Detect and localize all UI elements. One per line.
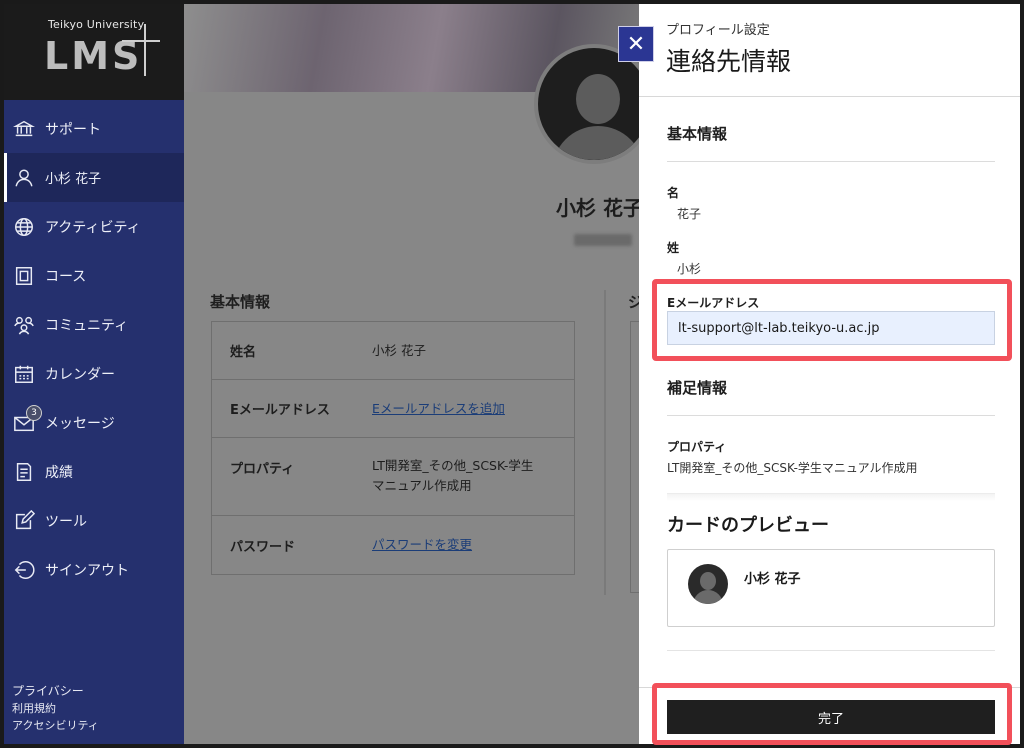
sidebar-item-support[interactable]: サポート [4,104,184,153]
row-label: プロパティ [230,462,295,477]
sidebar-item-courses[interactable]: コース [4,251,184,300]
signout-icon [12,558,36,582]
row-value: 小杉 花子 [372,342,426,358]
avatar [688,564,728,604]
sidebar-item-label: メッセージ [45,415,115,432]
last-name-value: 小杉 [677,262,702,276]
logo[interactable]: Teikyo University LMS [4,4,184,100]
logo-cross-mark [122,40,160,42]
book-icon [12,264,36,288]
sidebar-item-tools[interactable]: ツール [4,496,184,545]
divider [667,650,995,651]
section-divider [604,290,606,595]
sidebar-item-label: ツール [45,513,87,530]
property-label: プロパティ [667,440,727,454]
panel-body[interactable]: 基本情報 名 花子 姓 小杉 Eメールアドレス lt-support@lt-la… [639,97,1020,687]
sidebar-item-profile[interactable]: 小杉 花子 [4,153,184,202]
table-row: 姓名 小杉 花子 [212,322,574,380]
preview-name: 小杉 花子 [744,572,801,587]
edit-icon [12,509,36,533]
community-icon [12,313,36,337]
close-icon: ✕ [626,31,646,57]
sidebar-item-label: コース [45,268,87,285]
row-label: パスワード [230,539,296,555]
basic-info-heading: 基本情報 [210,293,271,311]
privacy-link[interactable]: プライバシー [12,683,99,700]
first-name-value: 花子 [677,207,702,221]
sidebar-item-grades[interactable]: 成績 [4,447,184,496]
sidebar: Teikyo University LMS サポート 小杉 花子 アクティビティ… [4,4,184,744]
sidebar-item-calendar[interactable]: カレンダー [4,349,184,398]
basic-info-table: 姓名 小杉 花子 Eメールアドレス Eメールアドレスを追加 プロパティ LT開発… [211,321,575,575]
divider [667,161,995,162]
profile-name: 小杉 花子 [556,196,640,220]
table-row: Eメールアドレス Eメールアドレスを追加 [212,380,574,438]
add-email-link[interactable]: Eメールアドレスを追加 [372,380,574,437]
first-name-label: 名 [667,186,680,200]
sidebar-item-label: サポート [45,121,101,138]
panel-subtitle: プロフィール設定 [666,23,770,38]
extra-info-heading: 補足情報 [667,379,728,397]
sidebar-item-activity[interactable]: アクティビティ [4,202,184,251]
change-password-link[interactable]: パスワードを変更 [372,516,574,574]
sidebar-item-label: アクティビティ [45,219,141,236]
mail-icon: 3 [12,404,42,435]
contact-info-panel: プロフィール設定 連絡先情報 基本情報 名 花子 姓 小杉 Eメールアドレス l… [639,4,1020,744]
sidebar-item-label: 小杉 花子 [45,172,102,187]
row-label: 姓名 [230,345,257,360]
logo-university-text: Teikyo University [48,18,145,31]
grades-icon [12,460,36,484]
row-label: Eメールアドレス [230,403,330,418]
profile-page: 小杉 花子 基本情報 ジ 姓名 小杉 花子 Eメールアドレス Eメールアドレスを… [184,4,640,744]
panel-header: プロフィール設定 連絡先情報 [639,4,1020,97]
sidebar-item-label: カレンダー [45,366,115,383]
profile-id-redacted [574,234,632,246]
institution-icon [12,117,36,141]
sidebar-item-signout[interactable]: サインアウト [4,545,184,594]
sidebar-item-label: 成績 [45,464,73,481]
message-count-badge: 3 [26,404,42,421]
sidebar-item-community[interactable]: コミュニティ [4,300,184,349]
sidebar-footer-links: プライバシー 利用規約 アクセシビリティ [12,683,99,734]
globe-icon [12,215,36,239]
user-icon [12,166,36,190]
card-preview-heading: カードのプレビュー [667,515,829,536]
panel-title: 連絡先情報 [666,47,792,76]
sidebar-item-label: コミュニティ [45,317,129,334]
profile-avatar[interactable] [534,44,640,164]
card-preview: 小杉 花子 [667,549,995,627]
scroll-shadow [667,493,995,501]
logo-cross-mark [144,24,146,76]
basic-info-heading: 基本情報 [667,125,728,143]
divider [667,415,995,416]
sidebar-item-label: サインアウト [45,562,129,579]
sidebar-item-messages[interactable]: 3 メッセージ [4,398,184,447]
table-row: プロパティ LT開発室_その他_SCSK-学生マニュアル作成用 [212,438,574,516]
calendar-icon [12,362,36,386]
last-name-label: 姓 [667,241,680,255]
done-highlight-box [652,683,1012,745]
close-button[interactable]: ✕ [618,26,654,62]
row-value: LT開発室_その他_SCSK-学生マニュアル作成用 [372,458,534,493]
property-value: LT開発室_その他_SCSK-学生マニュアル作成用 [667,461,918,475]
accessibility-link[interactable]: アクセシビリティ [12,717,99,734]
terms-link[interactable]: 利用規約 [12,700,99,717]
table-row: パスワード パスワードを変更 [212,516,574,574]
email-highlight-box [652,279,1012,361]
